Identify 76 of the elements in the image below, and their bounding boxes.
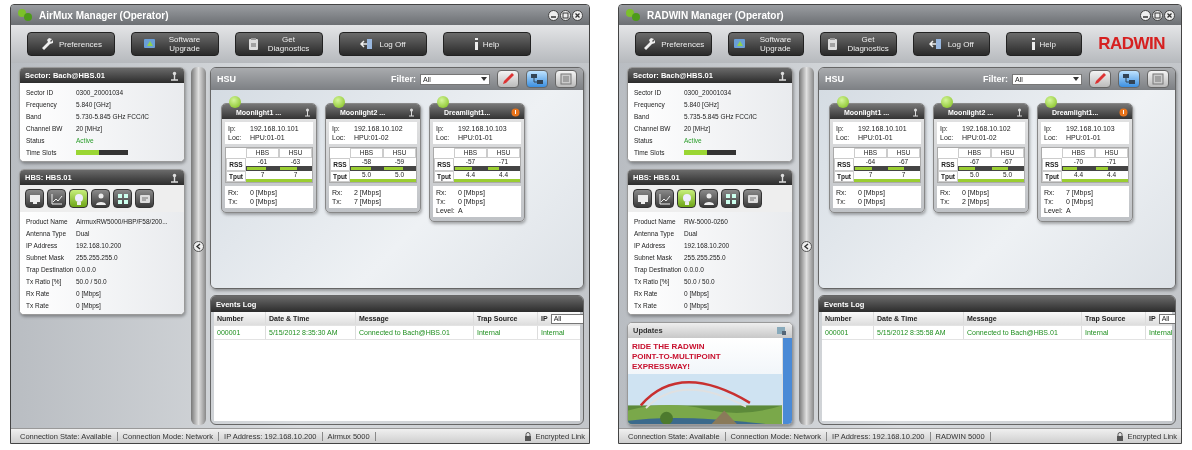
tool-button[interactable] bbox=[743, 189, 762, 208]
toolbar-button[interactable]: Log Off bbox=[339, 32, 427, 56]
tool-button[interactable] bbox=[699, 189, 718, 208]
view-button[interactable] bbox=[1118, 70, 1140, 88]
clipboard-icon bbox=[246, 37, 261, 51]
upgrade-icon bbox=[733, 37, 748, 51]
list-icon bbox=[558, 71, 574, 87]
app-logo-icon bbox=[17, 8, 33, 22]
grid-icon bbox=[115, 191, 130, 206]
close-icon[interactable] bbox=[1164, 9, 1175, 21]
collapse-arrow-icon[interactable] bbox=[801, 240, 812, 252]
minimize-icon[interactable] bbox=[1140, 9, 1151, 21]
list-icon bbox=[1150, 71, 1166, 87]
network-icon bbox=[1121, 71, 1137, 87]
info-icon bbox=[474, 38, 478, 50]
exit-icon bbox=[928, 37, 943, 51]
tool-button[interactable] bbox=[69, 189, 88, 208]
lock-icon bbox=[524, 431, 533, 441]
maximize-icon[interactable] bbox=[560, 9, 571, 21]
toolbar-button[interactable]: Software Upgrade bbox=[131, 32, 219, 56]
network-icon bbox=[529, 71, 545, 87]
tool-button[interactable] bbox=[113, 189, 132, 208]
panel-title: HSU bbox=[825, 74, 844, 84]
close-icon[interactable] bbox=[572, 9, 583, 21]
antenna-icon bbox=[170, 70, 179, 81]
toolbar-button[interactable]: Preferences bbox=[635, 32, 712, 56]
tool-button[interactable] bbox=[25, 189, 44, 208]
antenna-icon bbox=[778, 70, 787, 81]
filter-label: Filter: bbox=[983, 74, 1008, 84]
pencil-icon bbox=[500, 71, 516, 87]
antenna-icon bbox=[170, 172, 179, 183]
chart-icon bbox=[49, 191, 64, 206]
tool-button[interactable] bbox=[135, 189, 154, 208]
tool-button[interactable] bbox=[47, 189, 66, 208]
person-icon bbox=[701, 191, 716, 206]
upgrade-icon bbox=[142, 37, 157, 51]
window-title: RADWIN Manager (Operator) bbox=[647, 9, 784, 21]
tool-button[interactable] bbox=[655, 189, 674, 208]
toolbar-button[interactable]: Preferences bbox=[27, 32, 115, 56]
view-button[interactable] bbox=[526, 70, 548, 88]
caret-icon bbox=[1073, 77, 1079, 81]
news-icon[interactable] bbox=[776, 325, 787, 336]
panel-title: HSU bbox=[217, 74, 236, 84]
toolbar-button[interactable]: Get Diagnostics bbox=[235, 32, 323, 56]
lock-icon bbox=[1116, 431, 1125, 441]
tool-button[interactable] bbox=[91, 189, 110, 208]
filter-label: Filter: bbox=[391, 74, 416, 84]
tool-button[interactable] bbox=[721, 189, 740, 208]
collapse-arrow-icon[interactable] bbox=[193, 240, 204, 252]
app-logo-icon bbox=[625, 8, 641, 22]
wrench-icon bbox=[642, 37, 657, 51]
toolbar-button[interactable]: Get Diagnostics bbox=[820, 32, 897, 56]
caret-icon bbox=[481, 77, 487, 81]
info-icon bbox=[1031, 38, 1035, 50]
scrollbar[interactable] bbox=[782, 338, 792, 424]
promo-headline: RIDE THE RADWIN POINT-TO-MULTIPOINT EXPRESSWAY! bbox=[631, 341, 722, 373]
tool-button[interactable] bbox=[633, 189, 652, 208]
toolbar-button[interactable]: Help bbox=[443, 32, 531, 56]
toolbar-button[interactable]: Software Upgrade bbox=[727, 32, 805, 56]
maximize-icon[interactable] bbox=[1152, 9, 1163, 21]
toolbar-button[interactable]: Log Off bbox=[912, 32, 990, 56]
pencil-icon bbox=[1092, 71, 1108, 87]
grid-icon bbox=[723, 191, 738, 206]
view-button[interactable] bbox=[497, 70, 519, 88]
person-icon bbox=[93, 191, 108, 206]
exit-icon bbox=[360, 37, 375, 51]
chart-icon bbox=[657, 191, 672, 206]
antenna-icon bbox=[778, 172, 787, 183]
view-button[interactable] bbox=[1147, 70, 1169, 88]
window-title: AirMux Manager (Operator) bbox=[39, 9, 169, 21]
view-button[interactable] bbox=[555, 70, 577, 88]
tool-button[interactable] bbox=[677, 189, 696, 208]
brand-logo: RADWIN bbox=[1098, 34, 1165, 54]
minimize-icon[interactable] bbox=[548, 9, 559, 21]
view-button[interactable] bbox=[1089, 70, 1111, 88]
toolbar-button[interactable]: Help bbox=[1005, 32, 1083, 56]
